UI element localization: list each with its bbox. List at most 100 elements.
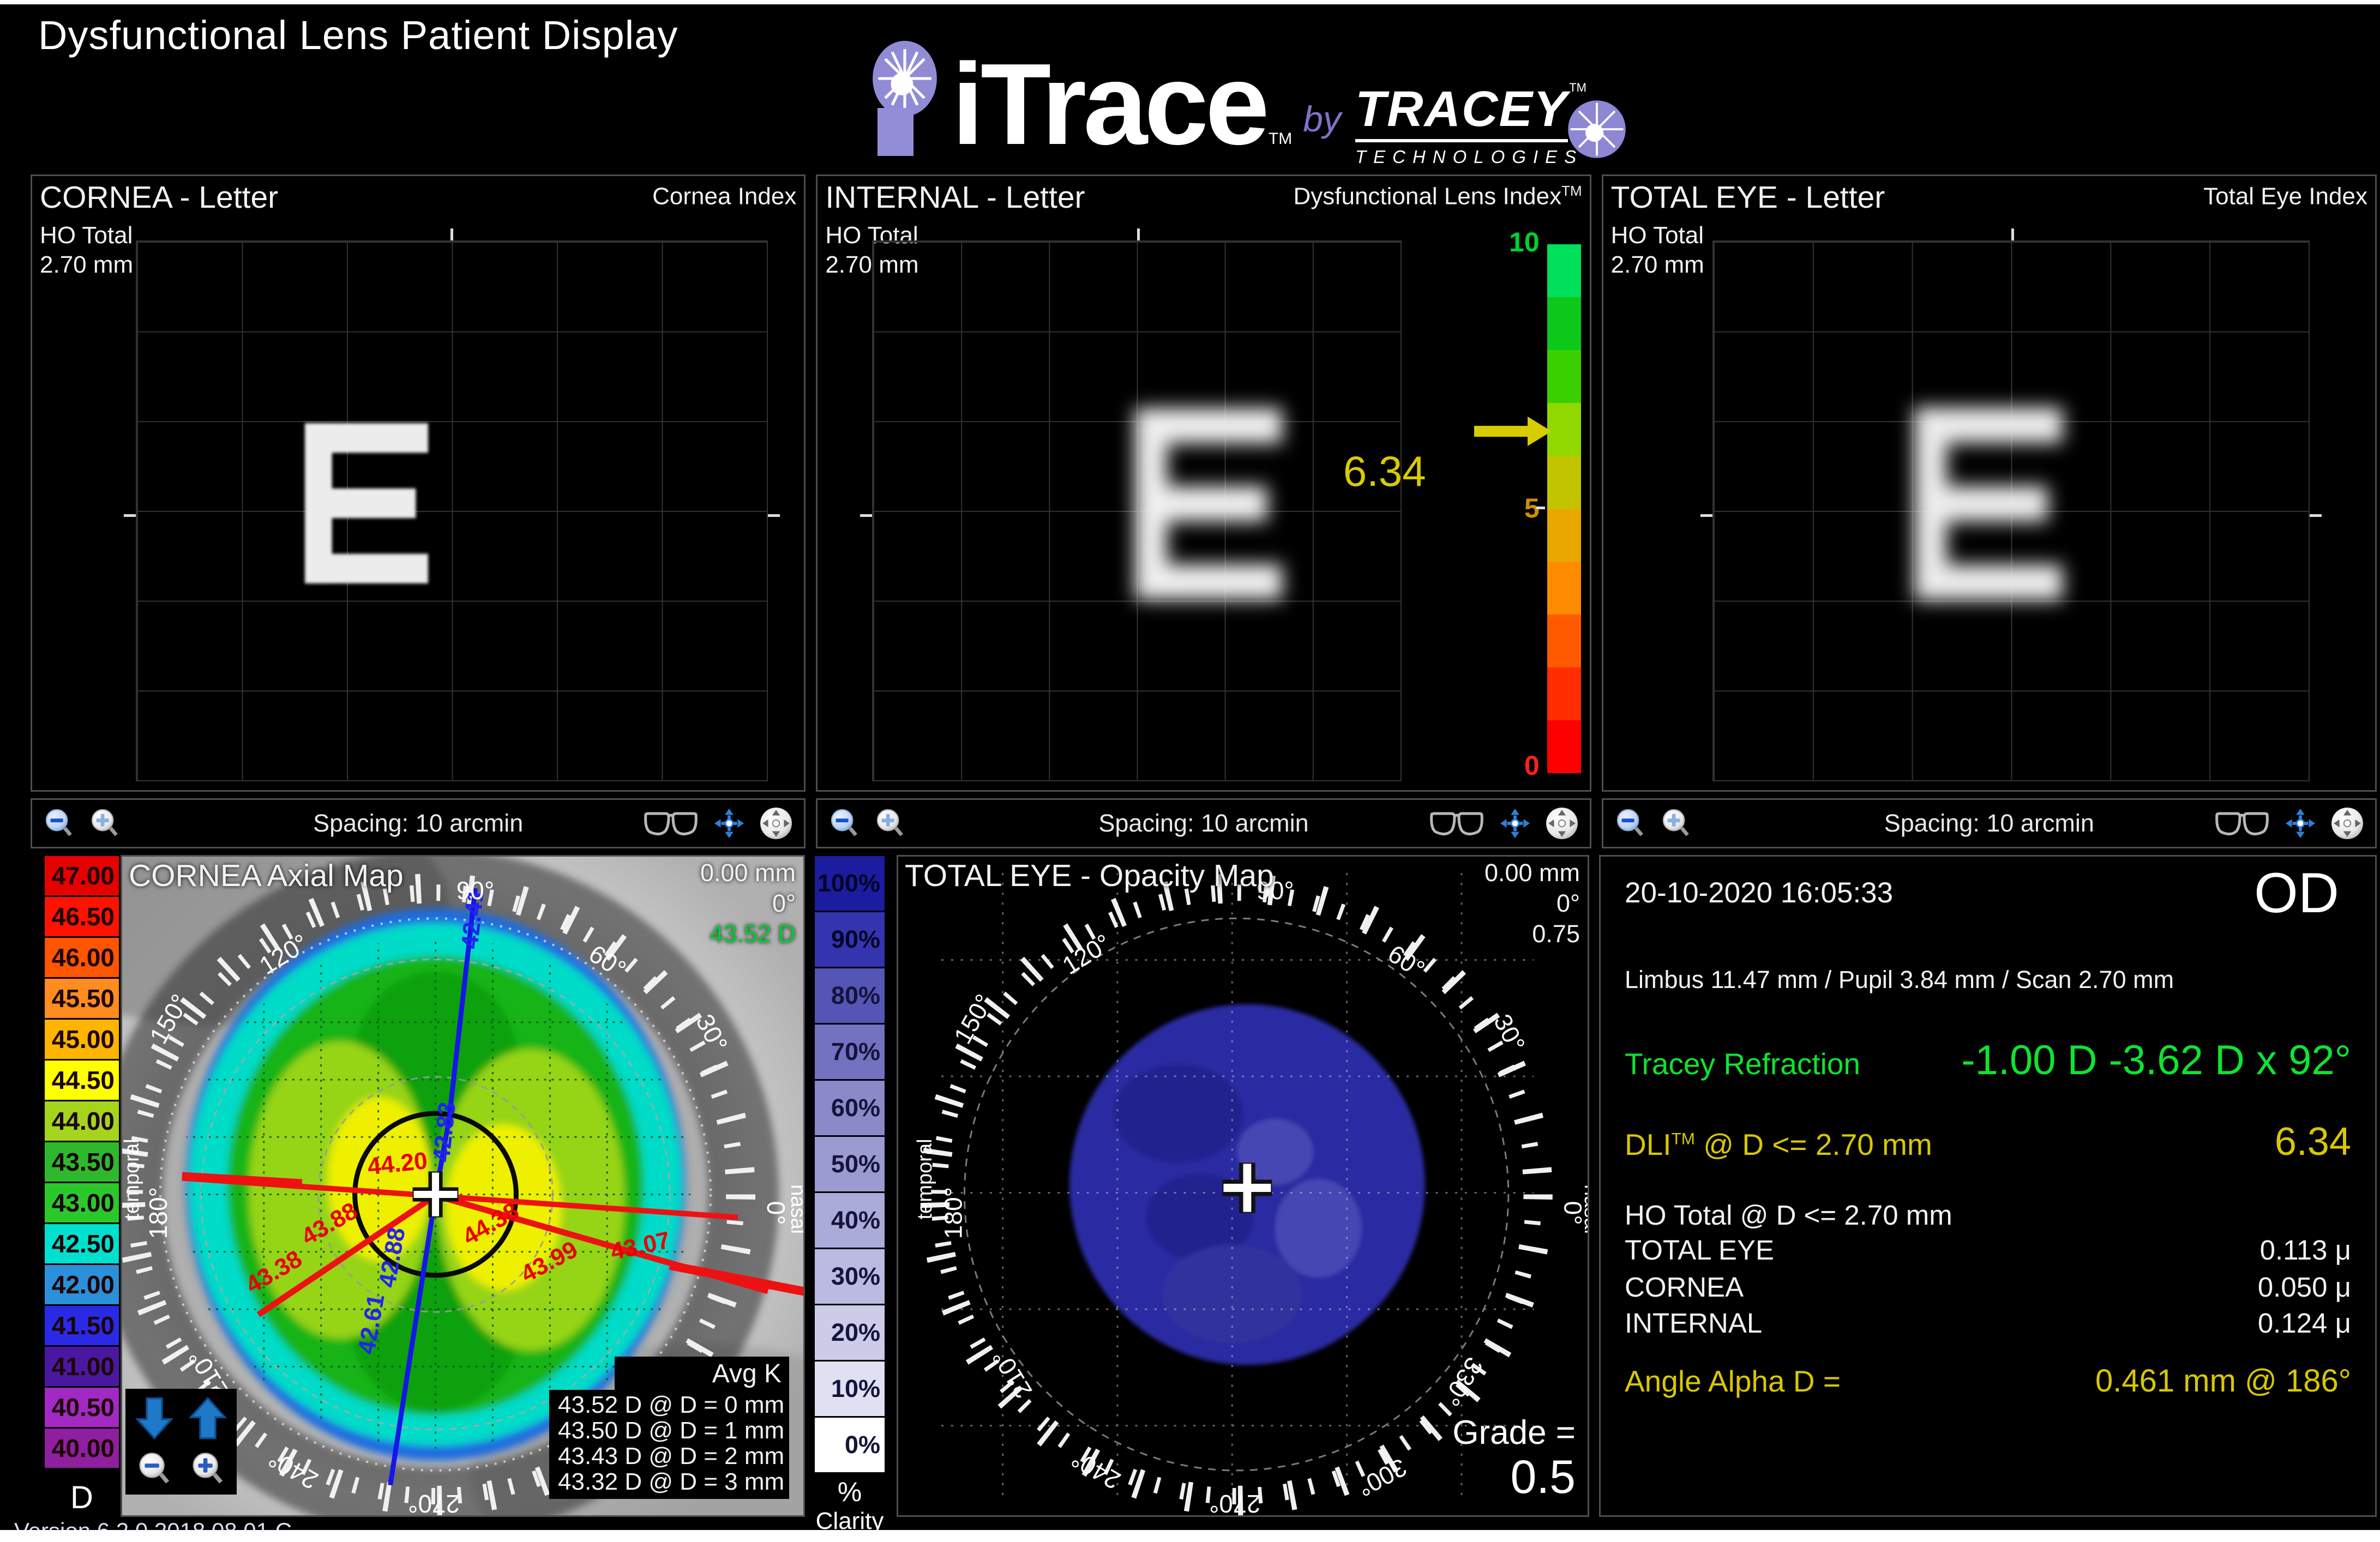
avg-k-row: 43.43 D @ D = 2 mm: [558, 1443, 783, 1469]
avg-k-row: 43.52 D @ D = 0 mm: [558, 1392, 783, 1418]
starburst-icon: [870, 38, 940, 119]
dli-gauge-bar: [1547, 244, 1581, 773]
svg-text:270°: 270°: [1209, 1490, 1260, 1515]
ho-total-label: HO Total: [1611, 222, 1704, 249]
itrace-tm: TM: [1269, 130, 1292, 148]
exam-datetime: 20-10-2020 16:05:33: [1625, 876, 1893, 909]
itrace-i-glyph: [870, 38, 952, 155]
version-label: Version 6.2.0 2018.08.01 C: [14, 1518, 292, 1530]
svg-text:180°: 180°: [144, 1187, 172, 1239]
optotype-e: [305, 423, 428, 584]
dli-label: DLITM @ D <= 2.70 mm: [1625, 1127, 1932, 1162]
ho-total-label: HO Total: [40, 222, 133, 249]
dli-value: 6.34: [2275, 1119, 2351, 1164]
total-eye-letter-view: TOTAL EYE - Letter Total Eye Index HO To…: [1602, 174, 2377, 792]
panel-title: TOTAL EYE - Letter: [1611, 179, 1885, 215]
svg-text:180°: 180°: [940, 1187, 967, 1239]
diameter-label: 2.70 mm: [40, 251, 133, 279]
dli-row: DLITM @ D <= 2.70 mm 6.34: [1625, 1119, 2351, 1164]
refraction-label: Tracey Refraction: [1625, 1046, 1860, 1081]
svg-text:nasal: nasal: [786, 1184, 803, 1234]
optotype-e: [1914, 399, 2063, 609]
dli-gauge-value: 6.34: [1343, 447, 1426, 496]
ho-row-internal: INTERNAL0.124 μ: [1625, 1307, 2351, 1339]
letter-panels-row: CORNEA - Letter Cornea Index HO Total 2.…: [31, 174, 2377, 848]
grade-readout: Grade = 0.5: [1452, 1413, 1576, 1502]
internal-letter-panel: INTERNAL - Letter Dysfunctional Lens Ind…: [816, 174, 1591, 848]
maps-row: 47.00 46.50 46.00 45.50 45.00 44.50 44.0…: [31, 855, 2377, 1530]
opacity-map-view: 90° 120° 60° 150° 30° temporal 180° 0° n…: [897, 855, 1589, 1517]
biometry-line: Limbus 11.47 mm / Pupil 3.84 mm / Scan 2…: [1625, 966, 2174, 994]
cornea-letter-panel: CORNEA - Letter Cornea Index HO Total 2.…: [31, 174, 806, 848]
axial-map-readout: 0.00 mm 0° 43.52 D: [700, 858, 796, 949]
cornea-letter-toolbar: Spacing: 10 arcmin: [31, 798, 806, 848]
total-eye-letter-toolbar: Spacing: 10 arcmin: [1602, 798, 2377, 848]
tracey-starburst-icon: [1567, 99, 1627, 159]
svg-text:temporal: temporal: [122, 1139, 143, 1219]
eye-od-label: OD: [2254, 861, 2339, 926]
itrace-logo: iTrace TM by TRACEY TM TECHNOLOGIES: [870, 38, 1586, 158]
ho-total-header: HO Total @ D <= 2.70 mm: [1625, 1199, 1952, 1231]
avg-k-row: 43.32 D @ D = 3 mm: [558, 1469, 783, 1495]
k-value: 43.52 D: [700, 919, 796, 949]
angle-alpha-row: Angle Alpha D = 0.461 mm @ 186°: [1625, 1363, 2351, 1399]
svg-text:90°: 90°: [456, 876, 494, 905]
diameter-label: 2.70 mm: [1611, 251, 1704, 279]
itrace-i-stem: [878, 108, 913, 156]
tracey-tm: TM: [1569, 81, 1586, 95]
zoom-in-icon[interactable]: [190, 1451, 226, 1487]
spacing-label: Spacing: 10 arcmin: [818, 809, 1589, 838]
axial-map-controls: [125, 1389, 237, 1495]
cornea-axial-map-panel: 47.00 46.50 46.00 45.50 45.00 44.50 44.0…: [31, 855, 805, 1530]
panel-title: INTERNAL - Letter: [825, 179, 1085, 215]
internal-letter-toolbar: Spacing: 10 arcmin: [816, 798, 1591, 848]
opacity-map-title: TOTAL EYE - Opacity Map: [905, 858, 1274, 894]
main-canvas: Dysfunctional Lens Patient Display iTrac…: [0, 4, 2380, 1530]
axial-map-title: CORNEA Axial Map: [129, 858, 404, 894]
grade-label: Grade =: [1452, 1413, 1576, 1452]
logo-by: by: [1303, 98, 1341, 140]
tracey-refraction-row: Tracey Refraction -1.00 D -3.62 D x 92°: [1625, 1037, 2351, 1084]
ho-row-total-eye: TOTAL EYE0.113 μ: [1625, 1234, 2351, 1266]
dli-gauge-max: 10: [1509, 226, 1540, 258]
angle-alpha-value: 0.461 mm @ 186°: [2095, 1363, 2351, 1399]
refraction-value: -1.00 D -3.62 D x 92°: [1961, 1037, 2351, 1084]
total-eye-index-label: Total Eye Index: [2203, 183, 2367, 210]
axial-map-view: 44.20 43.88 43.38 44.38 43.99 43.07 42.4…: [121, 855, 805, 1517]
angle-alpha-label: Angle Alpha D =: [1625, 1364, 1841, 1399]
svg-text:270°: 270°: [408, 1490, 460, 1515]
clarity-unit-label: Clarity: [815, 1508, 885, 1530]
svg-text:temporal: temporal: [913, 1139, 936, 1219]
total-eye-letter-panel: TOTAL EYE - Letter Total Eye Index HO To…: [1602, 174, 2377, 848]
cornea-letter-view: CORNEA - Letter Cornea Index HO Total 2.…: [31, 174, 806, 792]
avg-k-table: Avg K 43.52 D @ D = 0 mm 43.50 D @ D = 1…: [549, 1357, 789, 1499]
tracey-wordmark: TRACEY: [1355, 81, 1568, 142]
zoom-out-icon[interactable]: [136, 1451, 172, 1487]
dli-value-arrow-icon: [1474, 426, 1529, 437]
dli-index-label: Dysfunctional Lens IndexTM: [1293, 183, 1582, 210]
exam-summary-panel: 20-10-2020 16:05:33 OD Limbus 11.47 mm /…: [1599, 855, 2377, 1517]
axial-color-scale: 47.00 46.50 46.00 45.50 45.00 44.50 44.0…: [45, 856, 119, 1516]
internal-letter-view: INTERNAL - Letter Dysfunctional Lens Ind…: [816, 174, 1591, 792]
tracey-logo: TRACEY TM TECHNOLOGIES: [1355, 81, 1586, 167]
letter-grid: [136, 240, 768, 781]
ho-row-cornea: CORNEA0.050 μ: [1625, 1271, 2351, 1303]
cornea-index-label: Cornea Index: [652, 183, 796, 210]
scale-down-icon[interactable]: [135, 1396, 174, 1440]
diopter-unit-label: D: [45, 1479, 119, 1516]
clarity-scale: 100% 90% 80% 70% 60% 50% 40% 30% 20% 10%…: [815, 856, 885, 1530]
optotype-e: [1135, 399, 1282, 609]
opacity-map-readout: 0.00 mm 0° 0.75: [1485, 858, 1580, 949]
grade-value: 0.5: [1452, 1452, 1576, 1502]
spacing-label: Spacing: 10 arcmin: [32, 809, 804, 838]
scale-up-icon[interactable]: [188, 1396, 227, 1440]
avg-k-row: 43.50 D @ D = 1 mm: [558, 1418, 783, 1443]
opacity-map-panel: 100% 90% 80% 70% 60% 50% 40% 30% 20% 10%…: [815, 855, 1589, 1530]
svg-text:nasal: nasal: [1580, 1184, 1588, 1234]
avg-k-header: Avg K: [615, 1357, 789, 1390]
spacing-label: Spacing: 10 arcmin: [1603, 809, 2375, 838]
dli-gauge-min: 0: [1524, 750, 1540, 781]
panel-title: CORNEA - Letter: [40, 179, 278, 215]
percent-unit-label: %: [815, 1476, 885, 1508]
tracey-tagline: TECHNOLOGIES: [1355, 147, 1586, 167]
